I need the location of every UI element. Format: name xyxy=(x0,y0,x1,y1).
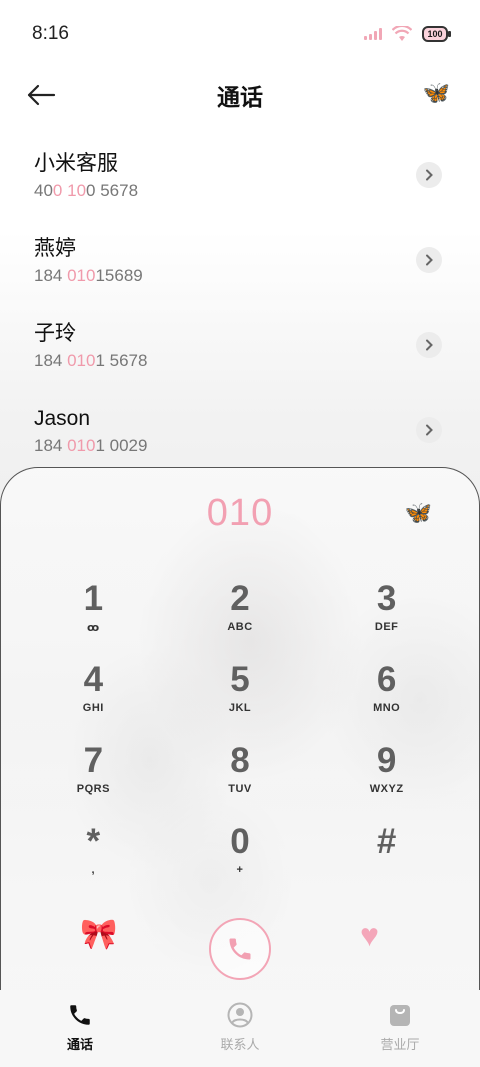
keypad: 1ꝏ 2 ABC 3 DEF 4 GHI 5 JKL 6 MNO 7 PQRS 8 TUV 9… xyxy=(20,575,460,899)
heart-icon[interactable]: ♥ xyxy=(360,917,379,954)
chevron-right-icon xyxy=(426,169,433,180)
key-4[interactable]: 4 GHI xyxy=(20,656,167,737)
contact-name: 小米客服 xyxy=(34,151,118,175)
signal-icon xyxy=(364,28,382,40)
arrow-left-icon xyxy=(27,84,56,106)
contact-item[interactable]: Jason 184 0101 0029 xyxy=(0,387,480,472)
key-9[interactable]: 9 WXYZ xyxy=(313,737,460,818)
key-star[interactable]: *, xyxy=(20,818,167,899)
key-7[interactable]: 7 PQRS xyxy=(20,737,167,818)
butterfly-icon[interactable]: 🦋 xyxy=(405,500,432,526)
key-1[interactable]: 1ꝏ xyxy=(20,575,167,656)
contact-number: 400 100 5678 xyxy=(34,180,139,200)
dial-action-row: 🎀 ♥ xyxy=(0,915,480,985)
phone-icon xyxy=(229,938,251,960)
status-time: 8:16 xyxy=(32,23,69,44)
battery-icon: 100 xyxy=(422,26,451,42)
contact-number: 184 0101 5678 xyxy=(34,350,148,370)
top-bar: 通话 🦋 xyxy=(0,68,480,122)
bottom-nav: 通话 联系人 营业厅 xyxy=(0,990,480,1067)
contact-name: 燕婷 xyxy=(34,236,76,260)
call-button[interactable] xyxy=(209,918,271,980)
key-5[interactable]: 5 JKL xyxy=(167,656,314,737)
tab-contacts[interactable]: 联系人 xyxy=(160,990,320,1067)
contact-detail-button[interactable] xyxy=(416,246,442,273)
status-bar: 8:16 100 xyxy=(0,0,480,68)
contact-detail-button[interactable] xyxy=(416,416,442,443)
status-icons: 100 xyxy=(364,26,451,42)
tab-calls-label: 通话 xyxy=(66,1037,93,1052)
page-title: 通话 xyxy=(217,84,263,110)
contact-detail-button[interactable] xyxy=(416,331,442,358)
contact-list: 小米客服 400 100 5678 燕婷 184 01015689 子玲 184… xyxy=(0,132,480,472)
key-6[interactable]: 6 MNO xyxy=(313,656,460,737)
tab-store-label: 营业厅 xyxy=(380,1037,420,1052)
contact-name: 子玲 xyxy=(34,321,76,345)
phone-icon xyxy=(70,1005,90,1025)
bow-icon[interactable]: 🎀 xyxy=(80,917,117,952)
tab-contacts-label: 联系人 xyxy=(220,1037,260,1052)
chevron-right-icon xyxy=(426,254,433,265)
key-hash[interactable]: # xyxy=(313,818,460,899)
key-0[interactable]: 0 + xyxy=(167,818,314,899)
chevron-right-icon xyxy=(426,339,433,350)
contact-person-icon xyxy=(227,1002,253,1028)
chevron-right-icon xyxy=(426,424,433,435)
back-button[interactable] xyxy=(24,80,58,110)
contact-number: 184 0101 0029 xyxy=(34,435,148,455)
contact-item[interactable]: 子玲 184 0101 5678 xyxy=(0,302,480,387)
wifi-icon xyxy=(392,26,412,41)
tab-store[interactable]: 营业厅 xyxy=(320,990,480,1067)
shopping-bag-icon xyxy=(390,1005,410,1026)
contact-number: 184 01015689 xyxy=(34,265,143,285)
contact-detail-button[interactable] xyxy=(416,161,442,188)
voicemail-icon: ꝏ xyxy=(86,622,100,634)
key-2[interactable]: 2 ABC xyxy=(167,575,314,656)
contact-item[interactable]: 燕婷 184 01015689 xyxy=(0,217,480,302)
contact-item[interactable]: 小米客服 400 100 5678 xyxy=(0,132,480,217)
butterfly-icon[interactable]: 🦋 xyxy=(423,80,450,106)
tab-calls[interactable]: 通话 xyxy=(0,990,160,1067)
key-8[interactable]: 8 TUV xyxy=(167,737,314,818)
contact-name: Jason xyxy=(34,406,91,430)
key-3[interactable]: 3 DEF xyxy=(313,575,460,656)
